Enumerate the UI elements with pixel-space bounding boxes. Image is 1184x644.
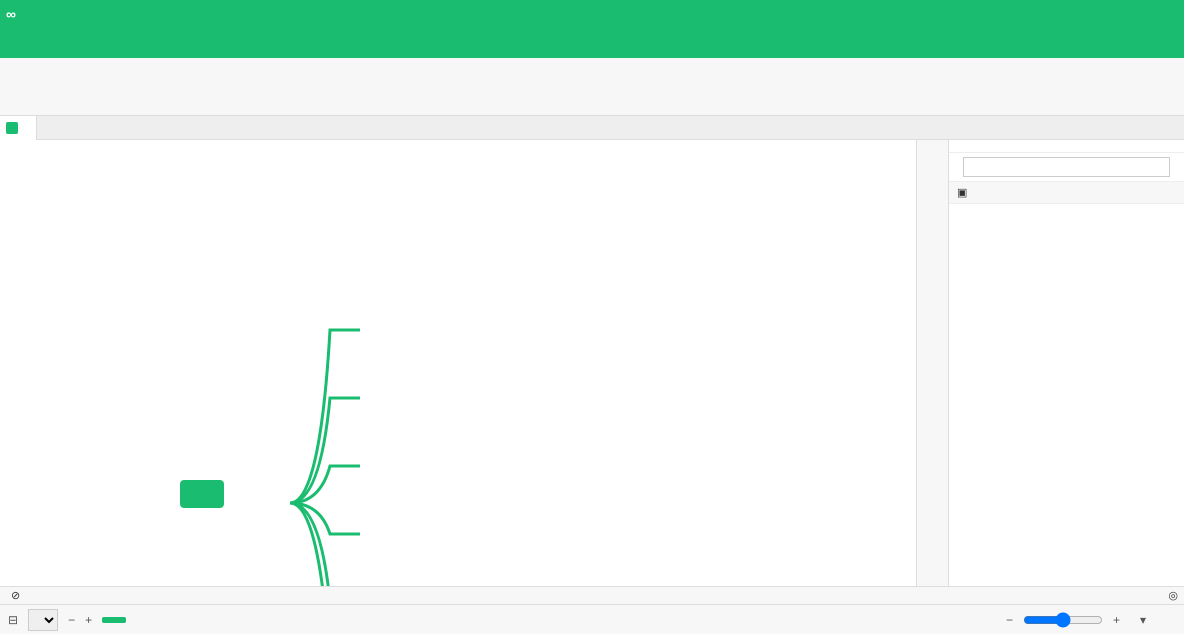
root-topic[interactable] [180, 480, 224, 508]
page-selector[interactable] [28, 609, 58, 631]
canvas[interactable] [0, 140, 916, 586]
clipart-category[interactable]: ▣ [949, 182, 1184, 204]
workspace: ▣ [0, 140, 1184, 586]
document-tab-icon [6, 122, 18, 134]
zoom-slider[interactable] [1023, 612, 1103, 628]
clipart-grid [949, 204, 1184, 586]
clipart-filter-combo[interactable] [963, 157, 1170, 177]
document-tab-bar [0, 116, 1184, 140]
outline-toggle-icon[interactable]: ⊟ [8, 613, 18, 627]
side-panel-tabs [917, 140, 949, 586]
zoom-out-icon[interactable]: − [1006, 613, 1013, 627]
prev-page-icon[interactable]: − [68, 613, 75, 627]
menu-bar [0, 28, 1184, 58]
ribbon [0, 58, 1184, 116]
palette-eyedropper-icon[interactable]: ◎ [1168, 589, 1178, 602]
no-fill-swatch[interactable]: ⊘ [11, 589, 20, 602]
side-panel: ▣ [916, 140, 1184, 586]
next-page-icon[interactable]: + [85, 613, 92, 627]
zoom-in-icon[interactable]: + [1113, 613, 1120, 627]
quick-access-toolbar: ∞ [6, 6, 72, 22]
app-logo-icon: ∞ [6, 6, 16, 22]
title-bar: ∞ [0, 0, 1184, 28]
side-panel-header [949, 140, 1184, 153]
document-tab[interactable] [0, 116, 37, 140]
page-tab[interactable] [102, 617, 126, 623]
color-palette: ⊘ ◎ [0, 586, 1184, 604]
status-bar: ⊟ − + − + ▾ [0, 604, 1184, 634]
side-panel-toolbar [949, 153, 1184, 182]
